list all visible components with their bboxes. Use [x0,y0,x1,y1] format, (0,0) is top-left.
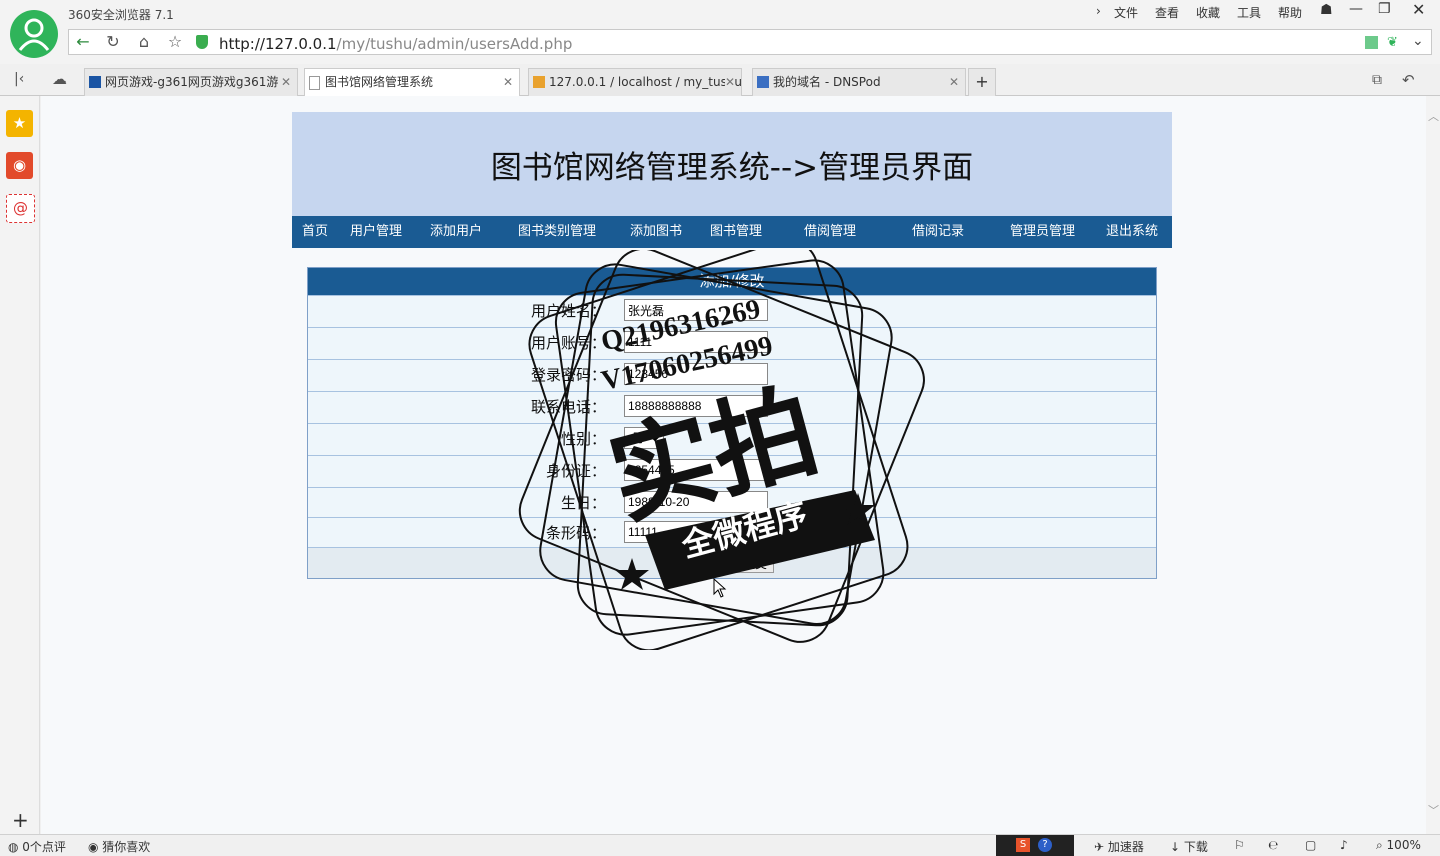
main-nav: 首页 用户管理 添加用户 图书类别管理 添加图书 图书管理 借阅管理 借阅记录 … [292,216,1172,248]
cloud-icon[interactable]: ☁ [52,70,67,88]
status-bar: ◍ 0个点评 ◉ 猜你喜欢 S ? ✈ 加速器 ↓ 下载 ⚐ ℮ ▢ ♪ ⌕ 1… [0,834,1440,856]
app-title: 360安全浏览器 7.1 [68,8,174,22]
close-icon[interactable]: ✕ [949,69,959,95]
url-path: /my/tushu/admin/usersAdd.php [336,35,573,53]
close-icon[interactable]: ✕ [724,69,735,95]
sound-icon[interactable]: ♪ [1340,838,1348,852]
browser-logo-icon[interactable] [10,10,58,58]
sidebar-toggle-icon[interactable]: |‹ [14,71,24,87]
ime-toolbar[interactable]: S ? [996,835,1074,856]
tab-list-icon[interactable]: ⧉ [1372,72,1382,88]
tab-dnspod[interactable]: 我的域名 - DNSPod ✕ [752,68,966,96]
download-label: 下载 [1183,840,1208,854]
accelerator-label: 加速器 [1107,840,1144,854]
leaf-icon[interactable]: ❦ [1387,35,1398,50]
qr-code-icon[interactable] [1365,36,1378,49]
guess-status[interactable]: ◉ 猜你喜欢 [88,838,150,855]
mail-at-icon[interactable]: @ [6,194,35,223]
sidebar: ★ ◉ @ + [0,96,40,834]
skin-icon[interactable]: ☗ [1320,2,1333,18]
tab-g361[interactable]: 网页游戏-g361网页游戏g361游 ✕ [84,68,298,96]
tab-library[interactable]: 图书馆网络管理系统 ✕ [304,68,520,96]
tab-bar: |‹ ☁ 网页游戏-g361网页游戏g361游 ✕ 图书馆网络管理系统 ✕ 12… [0,64,1440,96]
menu-file[interactable]: 文件 [1114,4,1138,21]
ie-icon[interactable]: ℮ [1268,838,1278,852]
mouse-cursor-icon [713,577,727,601]
nav-add-book[interactable]: 添加图书 [630,216,682,248]
chevron-down-icon[interactable]: ⌄ [1412,33,1424,49]
flag-icon[interactable]: ⚐ [1234,838,1245,852]
favorites-star-icon[interactable]: ★ [6,110,33,137]
url-host: http://127.0.0.1 [219,35,337,53]
home-icon[interactable]: ⌂ [133,33,155,51]
close-button[interactable]: ✕ [1412,0,1425,19]
page-icon [309,76,320,90]
window-icon[interactable]: ▢ [1305,838,1316,852]
guess-label: 猜你喜欢 [102,840,151,854]
nav-book-manage[interactable]: 图书管理 [710,216,762,248]
maximize-button[interactable]: ❐ [1378,1,1391,17]
help-icon[interactable]: ? [1038,838,1052,852]
weibo-icon[interactable]: ◉ [6,152,33,179]
nav-home[interactable]: 首页 [302,216,328,248]
scroll-up-icon[interactable]: ︿ [1428,108,1439,124]
undo-close-icon[interactable]: ↶ [1402,71,1415,89]
zoom-control[interactable]: ⌕ 100% [1376,838,1421,853]
close-icon[interactable]: ✕ [281,69,291,95]
tab-label: 图书馆网络管理系统 [325,75,434,89]
minimize-button[interactable]: — [1349,1,1363,17]
page-title: 图书馆网络管理系统-->管理员界面 [490,150,974,186]
zoom-level: 100% [1386,838,1421,852]
tab-label: 127.0.0.1 / localhost / my_tushu [549,75,742,89]
shield-icon [196,35,208,49]
comments-count: 0个点评 [22,840,66,854]
star-icon[interactable]: ☆ [164,33,186,51]
download-button[interactable]: ↓ 下载 [1170,838,1208,855]
nav-logout[interactable]: 退出系统 [1106,216,1158,248]
menu-chevron-icon[interactable]: › [1096,4,1101,18]
tab-label: 网页游戏-g361网页游戏g361游 [105,75,279,89]
back-arrow-icon[interactable]: ← [72,33,94,51]
nav-add-user[interactable]: 添加用户 [430,216,482,248]
menu-tools[interactable]: 工具 [1237,4,1261,21]
accelerator-button[interactable]: ✈ 加速器 [1094,838,1144,855]
comments-status[interactable]: ◍ 0个点评 [8,838,66,855]
url-input[interactable]: http://127.0.0.1/my/tushu/admin/usersAdd… [219,35,572,53]
scrollbar[interactable]: ︿ ﹀ [1426,96,1440,834]
nav-user-manage[interactable]: 用户管理 [350,216,402,248]
nav-borrow-manage[interactable]: 借阅管理 [804,216,856,248]
nav-category-manage[interactable]: 图书类别管理 [518,216,596,248]
tab-label: 我的域名 - DNSPod [773,75,881,89]
page-header: 图书馆网络管理系统-->管理员界面 [292,112,1172,216]
tab-phpmyadmin[interactable]: 127.0.0.1 / localhost / my_tushu ✕ [528,68,742,96]
refresh-icon[interactable]: ↻ [102,33,124,51]
close-icon[interactable]: ✕ [503,69,513,95]
new-tab-button[interactable]: + [968,68,996,96]
dnspod-icon [757,76,769,88]
menu-favorites[interactable]: 收藏 [1196,4,1220,21]
nav-admin-manage[interactable]: 管理员管理 [1010,216,1075,248]
g361-icon [89,76,101,88]
menu-view[interactable]: 查看 [1155,4,1179,21]
title-bar: 360安全浏览器 7.1 › 文件 查看 收藏 工具 帮助 ☗ — ❐ ✕ ← … [0,0,1440,64]
sogou-icon[interactable]: S [1016,838,1030,852]
scroll-down-icon[interactable]: ﹀ [1428,802,1439,818]
nav-borrow-records[interactable]: 借阅记录 [912,216,964,248]
phpmyadmin-icon [533,76,545,88]
add-sidebar-icon[interactable]: + [12,808,29,832]
menu-help[interactable]: 帮助 [1278,4,1302,21]
address-bar[interactable]: ← ↻ ⌂ ☆ http://127.0.0.1/my/tushu/admin/… [68,29,1432,55]
